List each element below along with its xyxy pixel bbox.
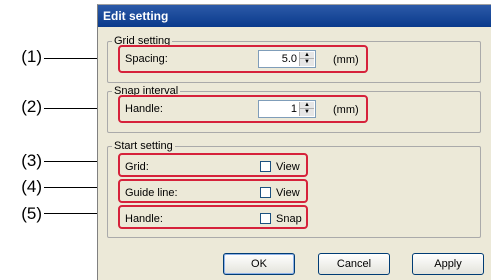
start-setting-legend: Start setting: [112, 140, 175, 152]
callout-5: (5): [21, 204, 42, 223]
highlight-guide-line: [118, 179, 308, 203]
callout-3: (3): [21, 151, 42, 170]
cancel-button[interactable]: Cancel: [318, 253, 390, 275]
highlight-snap-handle: [118, 95, 368, 123]
apply-button[interactable]: Apply: [412, 253, 484, 275]
edit-setting-dialog: Edit setting Grid setting Spacing: 5.0 ▲…: [97, 4, 491, 280]
callout-4: (4): [21, 177, 42, 196]
highlight-handle-snap: [118, 205, 308, 229]
callout-2: (2): [21, 97, 42, 116]
highlight-grid: [118, 153, 308, 177]
callout-1: (1): [21, 47, 42, 66]
dialog-title: Edit setting: [98, 5, 491, 27]
ok-button[interactable]: OK: [223, 253, 295, 275]
highlight-spacing: [118, 45, 368, 73]
